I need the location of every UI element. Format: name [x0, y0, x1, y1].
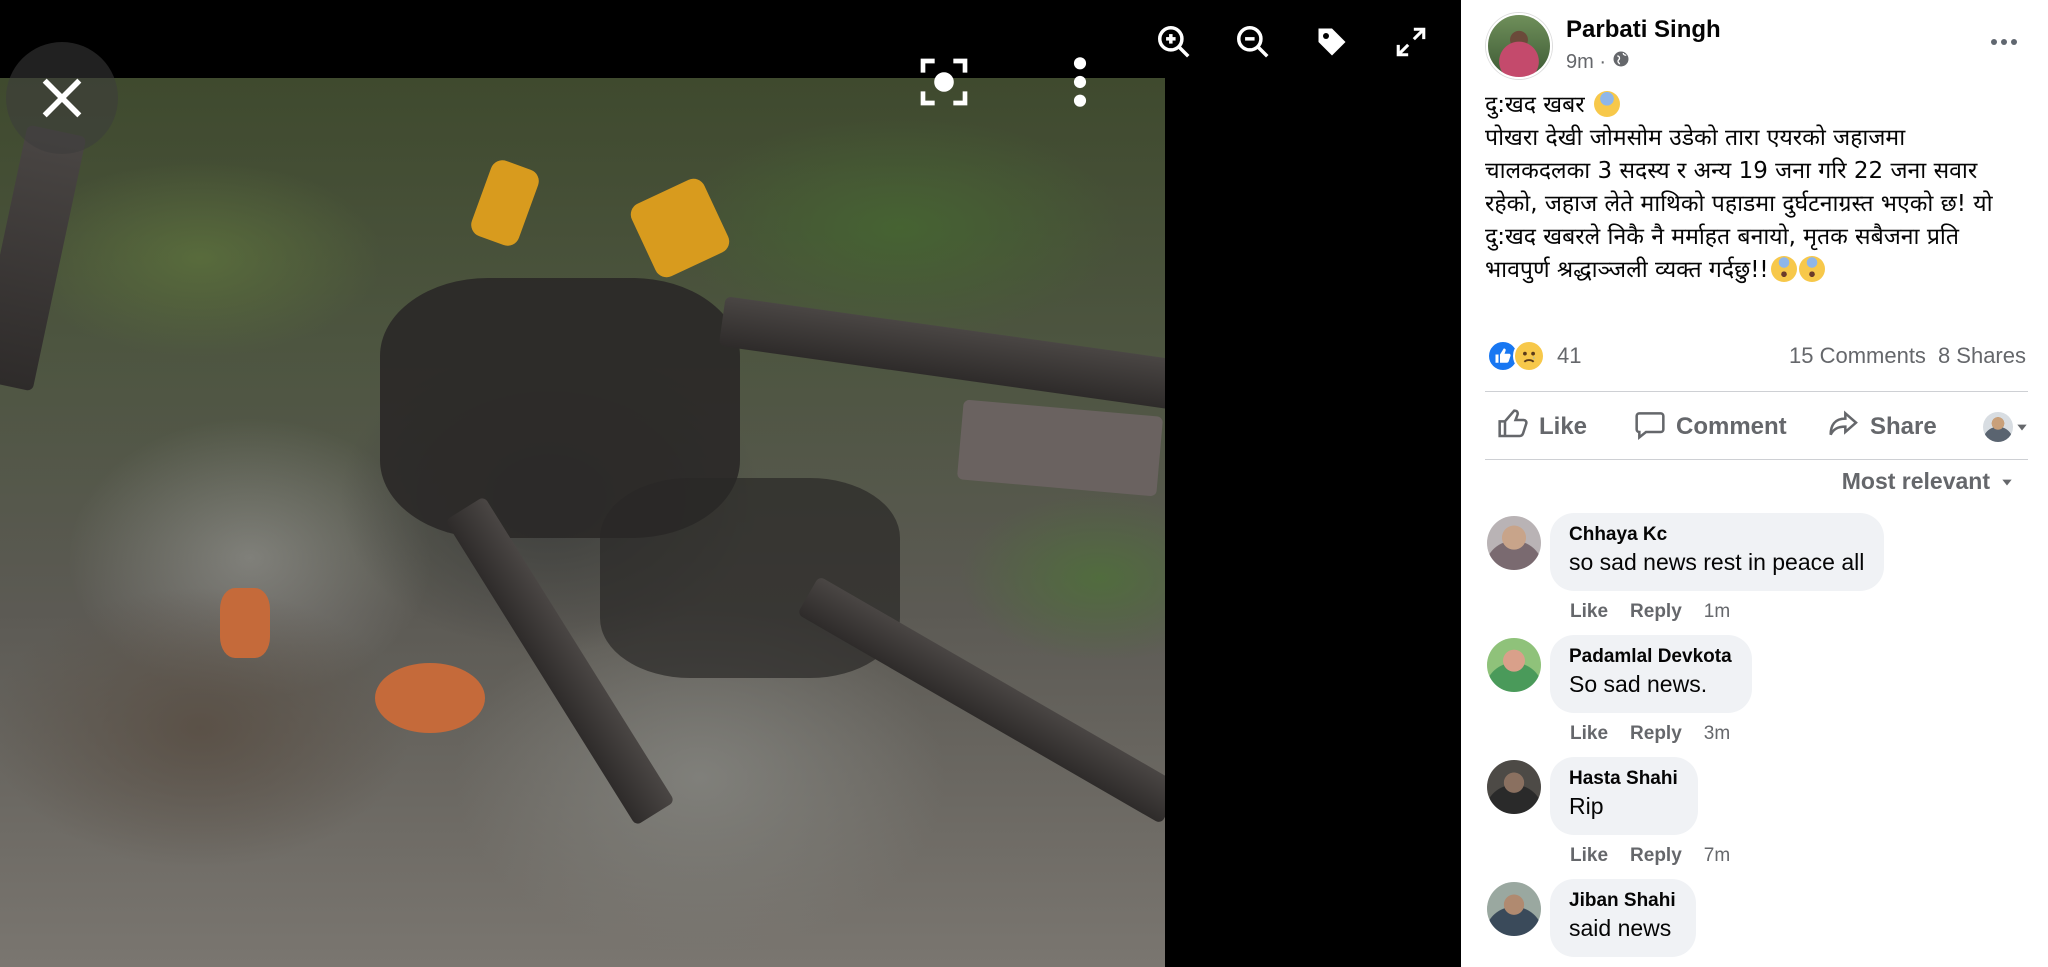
comment-actions: Like Reply 1m	[1570, 601, 1730, 623]
comment-text: So sad news.	[1569, 671, 1708, 697]
comment-button[interactable]: Comment	[1634, 402, 1787, 452]
audience-selector[interactable]	[1983, 402, 2029, 452]
post-author[interactable]: Parbati Singh	[1566, 16, 1721, 44]
caret-down-icon	[2000, 468, 2014, 495]
post-line: दु:खद खबर	[1485, 92, 1585, 118]
divider	[1485, 459, 2028, 460]
zoom-in-icon[interactable]	[1148, 16, 1200, 68]
comment-bubble: Hasta Shahi Rip	[1550, 757, 1698, 835]
comment-reply-link[interactable]: Reply	[1630, 845, 1682, 867]
sad-reaction-icon	[1513, 340, 1545, 372]
fullscreen-icon[interactable]	[1385, 16, 1437, 68]
shares-count[interactable]: 8 Shares	[1938, 343, 2026, 369]
post-meta: 9m ·	[1566, 50, 1630, 74]
comment-bubble: Jiban Shahi said news	[1550, 879, 1696, 957]
thumbs-up-icon	[1497, 408, 1529, 447]
comment-bubble: Padamlal Devkota So sad news.	[1550, 635, 1752, 713]
avatar[interactable]	[1487, 638, 1541, 692]
post-text: दु:खद खबर पोखरा देखी जोमसोम उडेको तारा ए…	[1485, 89, 2035, 287]
comment-like-link[interactable]: Like	[1570, 845, 1608, 867]
reactions-summary[interactable]: 41	[1487, 338, 1581, 374]
comment-text: Rip	[1569, 793, 1604, 819]
avatar[interactable]	[1487, 882, 1541, 936]
comment-author[interactable]: Hasta Shahi	[1569, 767, 1678, 791]
comment-icon	[1634, 408, 1666, 447]
comment-text: said news	[1569, 915, 1672, 941]
engagement-counts: 15 Comments 8 Shares	[1789, 343, 2026, 369]
comment-author[interactable]: Jiban Shahi	[1569, 889, 1676, 913]
comment-like-link[interactable]: Like	[1570, 723, 1608, 745]
close-icon[interactable]	[6, 42, 118, 154]
comment-time[interactable]: 7m	[1704, 845, 1730, 867]
post-line: दु:खद खबरले निकै नै मर्माहत बनायो, मृतक …	[1485, 224, 1959, 250]
more-vertical-icon[interactable]	[1060, 50, 1100, 114]
post-line: भावपुर्ण श्रद्धाञ्जली व्यक्त गर्दछु!!	[1485, 257, 1769, 283]
comment-sort-dropdown[interactable]: Most relevant	[1842, 468, 2014, 495]
share-icon	[1828, 408, 1860, 447]
post-line: रहेको, जहाज लेते माथिको पहाडमा दुर्घटनाग…	[1485, 191, 1993, 217]
comment-bubble: Chhaya Kc so sad news rest in peace all	[1550, 513, 1885, 591]
post-panel: Parbati Singh 9m · दु:खद खबर पोखरा देखी …	[1461, 0, 2048, 967]
avatar[interactable]	[1487, 516, 1541, 570]
more-options-icon[interactable]	[1981, 24, 2027, 60]
comment-time[interactable]: 3m	[1704, 723, 1730, 745]
zoom-out-icon[interactable]	[1227, 16, 1279, 68]
comment-time[interactable]: 1m	[1704, 601, 1730, 623]
avatar[interactable]	[1487, 760, 1541, 814]
like-label: Like	[1539, 413, 1588, 440]
comment-text: so sad news rest in peace all	[1569, 549, 1865, 575]
share-button[interactable]: Share	[1828, 402, 1937, 452]
post-line: चालकदलका 3 सदस्य र अन्य 19 जना गरि 22 जन…	[1485, 158, 1978, 184]
like-button[interactable]: Like	[1497, 402, 1587, 452]
crying-emoji-icon	[1770, 256, 1797, 282]
comment-actions: Like Reply 3m	[1570, 723, 1730, 745]
avatar[interactable]	[1486, 13, 1552, 79]
avatar	[1983, 412, 2013, 442]
divider	[1485, 391, 2028, 392]
comment-actions: Like Reply 7m	[1570, 845, 1730, 867]
sort-label: Most relevant	[1841, 468, 1990, 494]
comment-author[interactable]: Padamlal Devkota	[1569, 645, 1732, 669]
scan-icon[interactable]	[912, 50, 976, 114]
comment-reply-link[interactable]: Reply	[1630, 601, 1682, 623]
post-time[interactable]: 9m ·	[1566, 51, 1606, 74]
post-line: पोखरा देखी जोमसोम उडेको तारा एयरको जहाजम…	[1485, 125, 1906, 151]
tag-icon[interactable]	[1306, 16, 1358, 68]
reaction-count: 41	[1557, 343, 1582, 368]
caret-down-icon	[2015, 413, 2029, 441]
fearful-emoji-icon	[1593, 91, 1620, 117]
globe-icon	[1612, 50, 1630, 74]
comment-author[interactable]: Chhaya Kc	[1569, 523, 1864, 547]
photo-viewer	[0, 0, 1461, 967]
comments-count[interactable]: 15 Comments	[1789, 343, 1926, 369]
comment-label: Comment	[1676, 413, 1787, 440]
share-label: Share	[1870, 413, 1937, 440]
crying-emoji-icon	[1798, 256, 1825, 282]
comment-like-link[interactable]: Like	[1570, 601, 1608, 623]
comment-reply-link[interactable]: Reply	[1630, 723, 1682, 745]
crash-photo	[0, 78, 1165, 967]
